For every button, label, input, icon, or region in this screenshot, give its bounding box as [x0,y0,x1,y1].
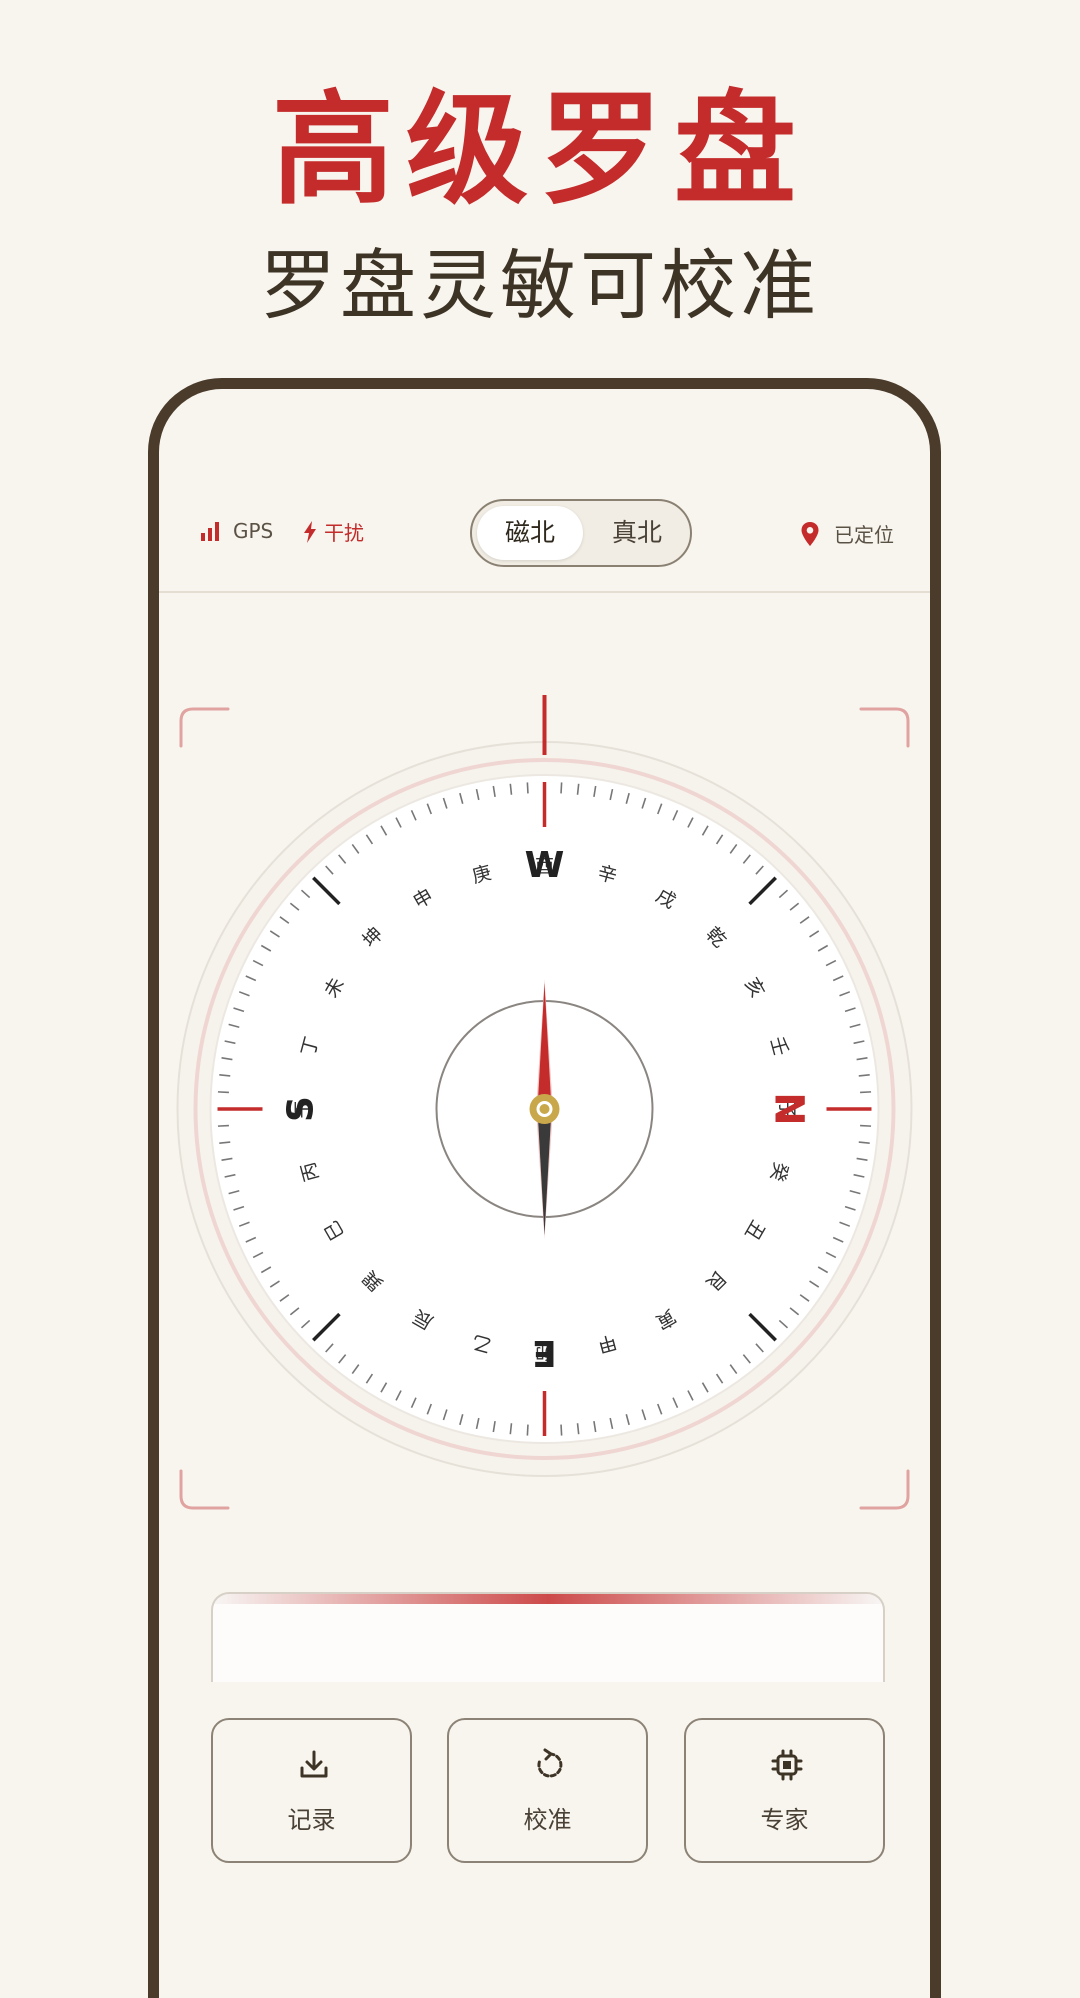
north-toggle: 磁北 真北 [470,499,692,567]
cardinal-e: E [532,1332,557,1373]
degree-tick [860,1124,872,1127]
lightning-icon [304,520,316,543]
expert-label: 专家 [760,1806,809,1834]
interference-status: 干扰 [302,517,364,546]
degree-tick [560,782,563,794]
panel-glow [213,1594,883,1604]
degree-tick [860,1091,872,1094]
record-label: 记录 [287,1806,336,1834]
phone-frame: GPS 干扰 磁北 真北 已定位 子 癸 丑 艮 寅 甲 卯 乙 辰 巽 巳 丙… [148,378,941,1998]
degree-tick [217,1091,229,1094]
location-pin-icon [801,521,819,546]
needle-pivot-dot [539,1104,550,1114]
calibrate-button[interactable]: 校准 [447,1718,648,1863]
calibrate-label: 校准 [523,1806,572,1834]
location-label: 已定位 [834,523,894,547]
download-icon [300,1750,328,1778]
location-status: 已定位 [800,519,894,548]
rotate-icon [537,1748,563,1778]
true-north-option[interactable]: 真北 [584,506,690,560]
cardinal-w: W [525,845,565,886]
promo-title: 高级罗盘 [272,77,808,221]
signal-icon [201,522,219,541]
cardinal-n: N [766,1092,812,1125]
promo-subtitle: 罗盘灵敏可校准 [260,241,820,330]
degree-tick [217,1124,229,1127]
magnetic-north-option[interactable]: 磁北 [477,506,583,560]
gps-status: GPS [199,519,273,543]
gps-label: GPS [233,519,274,543]
interference-label: 干扰 [324,521,364,545]
degree-tick [526,782,529,794]
cardinal-s: S [281,1096,322,1122]
chip-icon [771,1749,803,1781]
header-divider [159,591,930,593]
reading-panel [211,1592,885,1682]
record-button[interactable]: 记录 [211,1718,412,1863]
compass-header: GPS 干扰 磁北 真北 已定位 [159,389,930,593]
degree-tick [526,1424,529,1436]
degree-tick [560,1424,563,1436]
expert-button[interactable]: 专家 [684,1718,885,1863]
compass[interactable]: 子癸丑艮寅甲卯乙辰巽巳丙午丁未坤申庚酉辛戌乾亥壬 N E S W [159,689,930,1549]
